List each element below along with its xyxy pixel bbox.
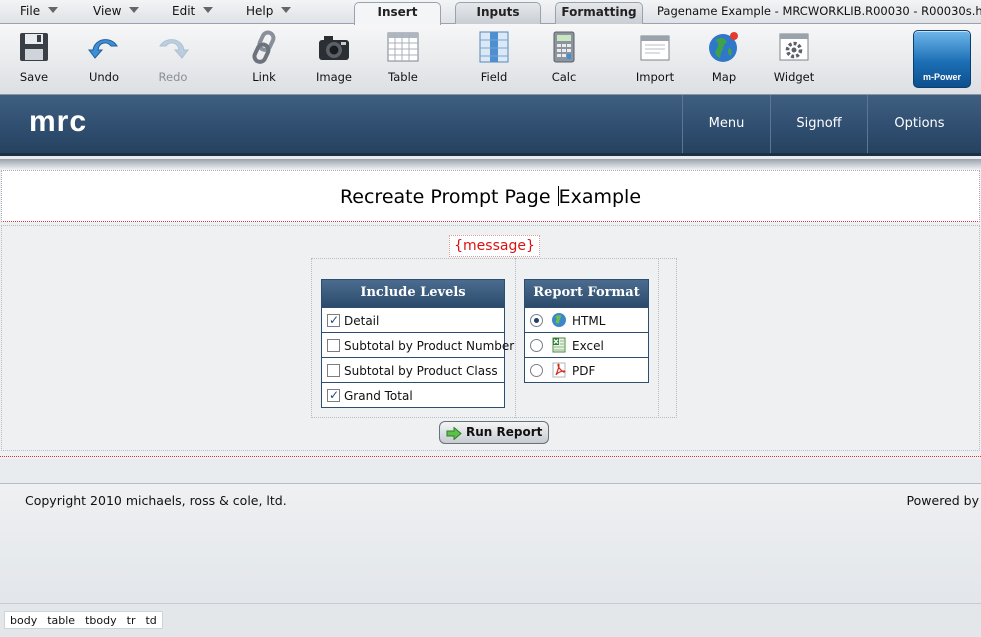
level-option-detail[interactable]: Detail xyxy=(322,307,504,334)
chevron-down-icon xyxy=(203,7,214,13)
chain-link-icon xyxy=(247,30,281,64)
header-shadow xyxy=(0,159,981,169)
mpower-logo[interactable]: m-Power xyxy=(913,30,971,88)
nav-options[interactable]: Options xyxy=(867,95,971,153)
menu-file[interactable]: File xyxy=(20,4,59,18)
redo-arrow-icon xyxy=(156,30,190,64)
message-placeholder[interactable]: {message} xyxy=(449,235,540,257)
include-levels-panel: Include Levels Detail Subtotal by Produc… xyxy=(321,279,514,409)
window-title: Pagename Example - MRCWORKLIB.R00030 - R… xyxy=(657,4,981,18)
level-option-subtotal-product-number[interactable]: Subtotal by Product Number xyxy=(322,332,514,357)
element-breadcrumb: body table tbody tr td xyxy=(4,611,163,629)
html-globe-icon xyxy=(551,311,567,327)
table-grid-icon xyxy=(386,30,420,64)
chevron-down-icon xyxy=(281,7,292,13)
redo-button[interactable]: Redo xyxy=(143,30,203,84)
camera-icon xyxy=(317,30,351,64)
subtotal-product-number-checkbox[interactable] xyxy=(327,339,340,352)
chevron-down-icon xyxy=(129,7,140,13)
format-option-html[interactable]: HTML xyxy=(525,307,648,332)
format-option-excel[interactable]: Excel xyxy=(525,332,648,357)
layout-column-divider xyxy=(515,258,516,418)
status-bar: body table tbody tr td xyxy=(0,603,981,637)
detail-checkbox[interactable] xyxy=(327,307,340,334)
undo-arrow-icon xyxy=(87,30,121,64)
menu-view[interactable]: View xyxy=(93,4,140,18)
excel-radio[interactable] xyxy=(530,339,543,352)
globe-icon xyxy=(707,30,741,64)
level-option-subtotal-product-class[interactable]: Subtotal by Product Class xyxy=(322,357,504,382)
grand-total-checkbox[interactable] xyxy=(327,382,340,409)
menu-help[interactable]: Help xyxy=(246,4,292,18)
field-columns-icon xyxy=(477,30,511,64)
table-button[interactable]: Table xyxy=(373,30,433,84)
save-button[interactable]: Save xyxy=(4,30,64,84)
run-report-button[interactable]: Run Report xyxy=(439,421,549,444)
crumb-body[interactable]: body xyxy=(5,612,42,628)
calculator-icon xyxy=(547,30,581,64)
gear-icon xyxy=(777,30,811,64)
html-radio[interactable] xyxy=(530,314,543,327)
title-region[interactable]: Recreate Prompt Page Example xyxy=(1,170,980,222)
widget-button[interactable]: Widget xyxy=(764,30,824,84)
tab-insert[interactable]: Insert xyxy=(354,2,441,25)
arrow-right-icon xyxy=(446,426,462,441)
link-button[interactable]: Link xyxy=(234,30,294,84)
level-option-grand-total[interactable]: Grand Total xyxy=(322,382,504,409)
image-button[interactable]: Image xyxy=(304,30,364,84)
page-footer: Copyright 2010 michaels, ross & cole, lt… xyxy=(0,483,981,603)
layout-column-divider xyxy=(658,258,659,418)
powered-by-text: Powered by xyxy=(906,493,979,508)
menu-edit[interactable]: Edit xyxy=(172,4,214,18)
tab-inputs[interactable]: Inputs xyxy=(455,2,541,24)
menu-bar: File View Edit Help Insert Inputs Format… xyxy=(0,0,981,25)
field-button[interactable]: Field xyxy=(464,30,524,84)
page-content: Recreate Prompt Page Example {message} I… xyxy=(0,169,981,459)
copyright-text: Copyright 2010 michaels, ross & cole, lt… xyxy=(25,493,287,508)
content-divider xyxy=(0,456,981,457)
chevron-down-icon xyxy=(48,7,59,13)
tab-formatting[interactable]: Formatting xyxy=(555,2,643,24)
crumb-tr[interactable]: tr xyxy=(122,612,141,628)
nav-menu[interactable]: Menu xyxy=(682,95,770,153)
map-button[interactable]: Map xyxy=(694,30,754,84)
crumb-td[interactable]: td xyxy=(140,612,161,628)
app-header: mrc Menu Signoff Options xyxy=(0,95,981,156)
include-levels-title: Include Levels xyxy=(322,280,504,307)
subtotal-product-class-checkbox[interactable] xyxy=(327,364,340,377)
crumb-table[interactable]: table xyxy=(42,612,80,628)
import-button[interactable]: Import xyxy=(625,30,685,84)
brand-logo: mrc xyxy=(29,105,88,138)
calc-button[interactable]: Calc xyxy=(534,30,594,84)
page-title: Recreate Prompt Page Example xyxy=(339,186,642,208)
format-option-pdf[interactable]: PDF xyxy=(525,357,648,382)
excel-icon xyxy=(551,336,567,353)
pdf-icon xyxy=(551,361,567,378)
pdf-radio[interactable] xyxy=(530,364,543,377)
toolbar: Save Undo Redo Link Image Table Field Ca… xyxy=(0,24,981,95)
nav-signoff[interactable]: Signoff xyxy=(770,95,867,153)
report-format-title: Report Format xyxy=(525,280,648,307)
floppy-disk-icon xyxy=(17,30,51,64)
report-format-panel: Report Format HTML Excel PDF xyxy=(524,279,649,383)
crumb-tbody[interactable]: tbody xyxy=(80,612,122,628)
import-window-icon xyxy=(638,30,672,64)
undo-button[interactable]: Undo xyxy=(74,30,134,84)
